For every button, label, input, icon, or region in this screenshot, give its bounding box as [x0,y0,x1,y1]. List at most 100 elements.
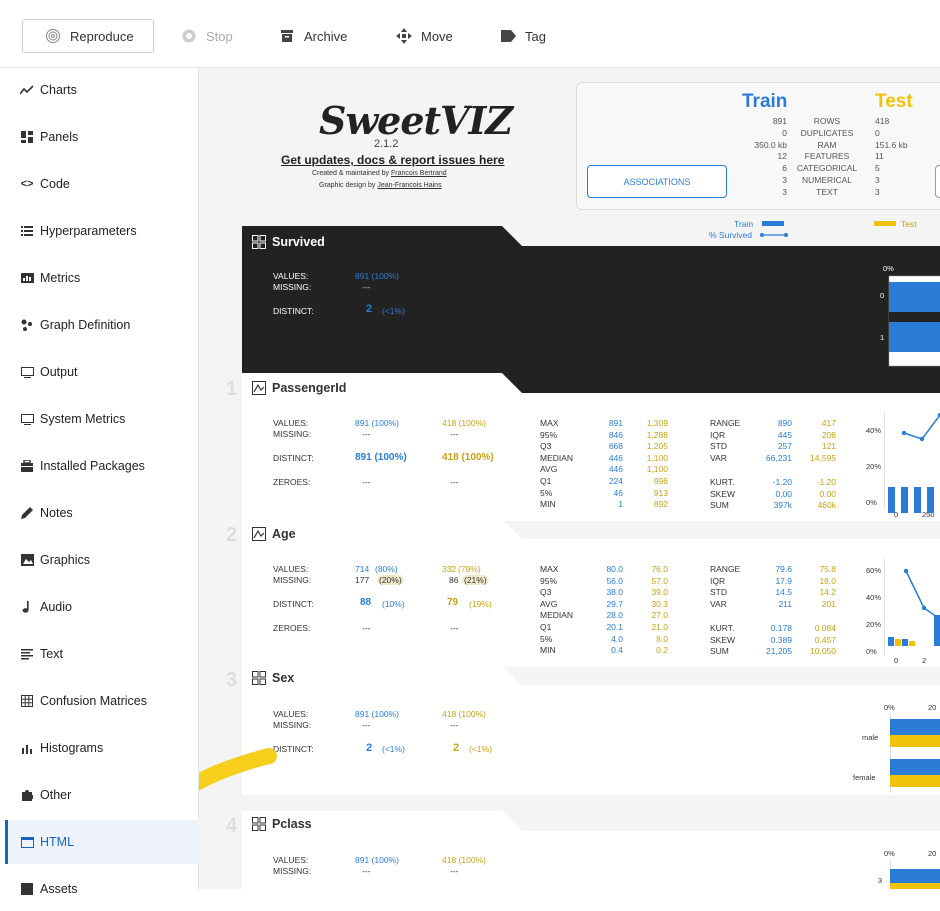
sidebar: Charts Panels <> Code Hyperparameters Met… [0,68,199,896]
summary-test-value: 5 [875,163,880,174]
stat-train: 0.389 [770,634,792,645]
label-missing: MISSING: [273,429,312,439]
monitor-icon [20,412,34,426]
stat-train: 1 [618,499,623,510]
credit-author-link[interactable]: Francois Bertrand [391,170,447,177]
associations-button[interactable]: ASSOCIATIONS [587,165,727,198]
label-zeroes: ZEROES: [273,623,311,633]
stat-test: 75.8 [819,564,836,574]
stat-label: 95% [540,429,558,440]
sidebar-item-graphics[interactable]: Graphics [5,538,199,582]
html-icon [20,835,34,849]
section-number: 3 [226,669,238,691]
stat-label: VAR [710,598,727,609]
histogram-bar [888,487,895,513]
sidebar-item-label: HTML [40,835,75,849]
histogram-bar [909,641,915,646]
axis-tick: 0% [866,647,877,656]
stat-test: 1,100 [646,464,668,475]
music-note-icon [20,600,34,614]
sidebar-item-html[interactable]: HTML [5,820,199,864]
sidebar-item-metrics[interactable]: Metrics [5,256,199,300]
text-icon [20,647,34,661]
credit-line-1: Created & maintained by Francois Bertran… [312,170,447,177]
axis-tick: 20% [866,462,882,471]
stop-button[interactable]: Stop [181,19,233,53]
pclass-axis-0: 0% [884,849,895,858]
sidebar-item-graph-definition[interactable]: Graph Definition [5,303,199,347]
report-viewport[interactable]: SweetVIZ 2.1.2 Get updates, docs & repor… [199,68,940,889]
categorical-icon [252,235,266,249]
archive-button[interactable]: Archive [279,19,347,53]
pclass-cat-3: 3 [878,876,883,885]
associations-button-test[interactable] [935,165,940,198]
assets-icon [20,882,34,896]
stat-label: MAX [540,564,559,574]
train-values: 714 [355,564,370,574]
stat-label: SUM [710,646,729,657]
bar-female-train [890,759,940,775]
survived-distinct: 2 [366,303,373,315]
sex-missing: --- [362,720,371,730]
puzzle-icon [20,788,34,802]
axis-tick: 0% [866,498,877,507]
sidebar-item-label: Metrics [40,271,81,285]
pclass-card[interactable]: Pclass VALUES: MISSING: 891 (100%) 418 (… [242,811,940,889]
bar-3-train [890,869,940,883]
test-distinct: 418 (100%) [442,452,494,463]
sidebar-item-panels[interactable]: Panels [5,115,199,159]
stat-test: 14,595 [810,452,836,463]
passengerid-card[interactable]: PassengerId VALUES: MISSING: DISTINCT: ZERO… [242,373,940,521]
sidebar-item-text[interactable]: Text [5,632,199,676]
categorical-icon [252,671,266,685]
sidebar-item-assets[interactable]: Assets [5,867,199,911]
label-zeroes: ZEROES: [273,477,311,487]
sidebar-item-installed-packages[interactable]: Installed Packages [5,444,199,488]
updates-link[interactable]: Get updates, docs & report issues here [281,153,504,167]
toolbar: Reproduce Stop Archive Move Tag [0,0,940,68]
move-button[interactable]: Move [396,19,453,53]
test-zeroes: --- [450,623,459,633]
sidebar-item-other[interactable]: Other [5,773,199,817]
sidebar-item-notes[interactable]: Notes [5,491,199,535]
train-values-pct: (80%) [375,564,398,574]
stat-label: 95% [540,575,558,586]
credit-designer-link[interactable]: Jean-Francois Hains [377,182,441,189]
tag-button[interactable]: Tag [500,19,546,53]
sidebar-item-label: Notes [40,506,73,520]
summary-train-value: 350.0 kb [754,139,787,150]
summary-test-value: 151.6 kb [875,139,908,150]
sidebar-item-histograms[interactable]: Histograms [5,726,199,770]
stat-test: 27.0 [651,610,668,621]
survived-card[interactable]: Survived VALUES: MISSING: DISTINCT: 891 … [242,226,940,394]
sidebar-item-hyperparameters[interactable]: Hyperparameters [5,209,199,253]
survived-bar-chart [888,275,940,367]
stat-label: KURT. [710,477,735,487]
sidebar-item-code[interactable]: <> Code [5,162,199,206]
test-values-pct: (79%) [458,564,481,574]
stat-label: VAR [710,452,727,463]
test-distinct-pct: (19%) [469,599,492,609]
label-missing: MISSING: [273,866,312,876]
label-missing: MISSING: [273,720,312,730]
label-missing: MISSING: [273,282,312,292]
stat-test: 39.0 [651,587,668,598]
survived-point [903,568,909,574]
sex-card[interactable]: Sex VALUES: MISSING: DISTINCT: 891 (100%… [242,665,940,795]
sidebar-item-output[interactable]: Output [5,350,199,394]
stat-test: 21.0 [651,622,668,632]
age-card[interactable]: Age VALUES: MISSING: DISTINCT: ZEROES: 714 (8… [242,519,940,667]
stat-label: MIN [540,645,556,656]
sidebar-item-confusion-matrices[interactable]: Confusion Matrices [5,679,199,723]
stat-label: Q3 [540,587,552,598]
sidebar-item-label: System Metrics [40,412,126,426]
stat-label: AVG [540,464,558,475]
survived-title: Survived [252,235,325,249]
sidebar-item-system-metrics[interactable]: System Metrics [5,397,199,441]
axis-tick: 60% [866,566,882,575]
train-values: 891 (100%) [355,418,399,428]
sidebar-item-charts[interactable]: Charts [5,68,199,112]
sex-cat-female: female [853,773,876,782]
sidebar-item-audio[interactable]: Audio [5,585,199,629]
reproduce-button[interactable]: Reproduce [22,19,154,53]
